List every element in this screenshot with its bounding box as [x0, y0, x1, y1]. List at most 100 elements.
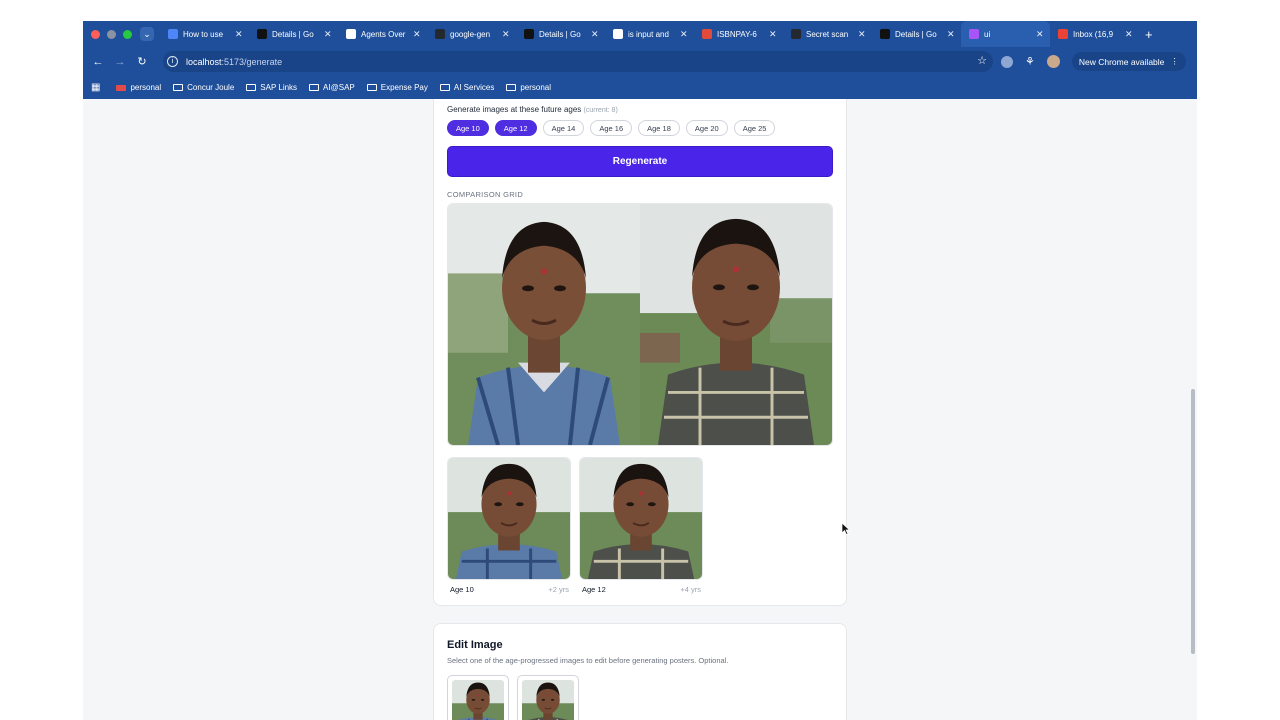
- tab-title: Inbox (16,9: [1073, 29, 1114, 39]
- edit-image-options: [447, 675, 579, 720]
- age-progressed-photo: [640, 204, 832, 445]
- bookmark-label: Concur Joule: [187, 83, 235, 92]
- result-card[interactable]: Age 12 +4 yrs: [579, 457, 703, 594]
- edit-image-option[interactable]: [517, 675, 579, 720]
- more-menu-icon[interactable]: ⋮: [1170, 56, 1179, 67]
- window-controls: [91, 29, 132, 39]
- result-card[interactable]: Age 10 +2 yrs: [447, 457, 571, 594]
- result-age-label: Age 12: [582, 585, 606, 594]
- tab-title: Secret scan: [806, 29, 849, 39]
- result-age-label: Age 10: [450, 585, 474, 594]
- zoom-window-button[interactable]: [123, 29, 132, 39]
- bookmark-label: Expense Pay: [380, 83, 428, 92]
- result-image[interactable]: [447, 457, 571, 580]
- age-chip[interactable]: Age 12: [494, 120, 537, 136]
- address-bar[interactable]: i localhost:5173/generate ☆: [163, 51, 993, 72]
- bookmark-item[interactable]: SAP Links: [246, 83, 297, 92]
- age-chip[interactable]: Age 18: [638, 120, 680, 136]
- tab-title: is input and: [628, 29, 669, 39]
- bookmark-star-icon[interactable]: ☆: [977, 54, 987, 67]
- age-chip[interactable]: Age 10: [447, 120, 489, 136]
- comparison-grid: [447, 203, 833, 446]
- browser-tab[interactable]: google-gen ✕: [427, 21, 516, 47]
- navigation-toolbar: ← → ↻ i localhost:5173/generate ☆ ⚘ New …: [83, 47, 1197, 76]
- bookmark-item[interactable]: personal: [116, 83, 161, 92]
- tab-title: How to use: [183, 29, 224, 39]
- close-window-button[interactable]: [91, 29, 100, 39]
- av-icon: [257, 29, 267, 39]
- tab-title: google-gen: [450, 29, 491, 39]
- close-tab-icon[interactable]: ✕: [858, 29, 866, 40]
- new-tab-button[interactable]: +: [1145, 27, 1153, 42]
- close-tab-icon[interactable]: ✕: [413, 29, 421, 40]
- age-chip[interactable]: Age 20: [685, 120, 728, 136]
- bookmark-item[interactable]: Expense Pay: [366, 83, 428, 92]
- browser-tab[interactable]: Secret scan ✕: [783, 21, 872, 47]
- browser-tab[interactable]: ui ✕: [961, 21, 1050, 47]
- edit-image-title: Edit Image: [447, 639, 503, 651]
- bookmark-item[interactable]: personal: [506, 83, 551, 92]
- edit-image-option[interactable]: [447, 675, 509, 720]
- bookmark-label: personal: [130, 83, 162, 92]
- age-chip[interactable]: Age 25: [733, 120, 776, 136]
- reload-icon[interactable]: ↻: [131, 55, 153, 68]
- browser-tab[interactable]: Details | Go ✕: [249, 21, 338, 47]
- bookmarks-bar: ▦ personal Concur Joule SAP Links AI@SAP Exp…: [83, 76, 1197, 99]
- new-chrome-available-button[interactable]: New Chrome available ⋮: [1071, 52, 1186, 71]
- site-info-icon[interactable]: i: [167, 56, 178, 67]
- bookmark-item[interactable]: AI@SAP: [309, 83, 355, 92]
- av-icon: [524, 29, 534, 39]
- close-tab-icon[interactable]: ✕: [502, 29, 510, 40]
- browser-window: ⌄ How to use ✕ Details | Go ✕ Agents Over ✕ go…: [83, 21, 1197, 720]
- edit-image-card: Edit Image Select one of the age-progres…: [433, 623, 847, 720]
- close-tab-icon[interactable]: ✕: [680, 29, 688, 40]
- folder-icon: [439, 84, 450, 91]
- sap-icon: [116, 84, 127, 91]
- tab-search-icon[interactable]: ⌄: [140, 27, 154, 41]
- minimize-window-button[interactable]: [107, 29, 116, 39]
- bookmark-label: AI Services: [453, 83, 495, 92]
- bookmark-item[interactable]: Concur Joule: [173, 83, 234, 92]
- vite-icon: [969, 29, 979, 39]
- tab-title: ISBNPAY-6: [717, 29, 757, 39]
- close-tab-icon[interactable]: ✕: [324, 29, 332, 40]
- extensions-puzzle-icon[interactable]: ⚘: [1025, 55, 1035, 68]
- browser-tab[interactable]: Details | Go ✕: [516, 21, 605, 47]
- tab-title: Details | Go: [895, 29, 937, 39]
- close-tab-icon[interactable]: ✕: [947, 29, 955, 40]
- gmail-icon: [1058, 29, 1068, 39]
- apps-grid-icon[interactable]: ▦: [91, 82, 100, 93]
- close-tab-icon[interactable]: ✕: [1036, 29, 1044, 40]
- google-icon: [346, 29, 356, 39]
- profile-avatar[interactable]: [1046, 55, 1060, 68]
- browser-tab[interactable]: How to use ✕: [160, 21, 249, 47]
- browser-tab[interactable]: Details | Go ✕: [872, 21, 961, 47]
- browser-tab[interactable]: ISBNPAY-6 ✕: [694, 21, 783, 47]
- url-host: localhost: [186, 56, 222, 67]
- bookmark-label: AI@SAP: [323, 83, 355, 92]
- close-tab-icon[interactable]: ✕: [1125, 29, 1133, 40]
- current-age-note: (current: 8): [583, 107, 618, 114]
- close-tab-icon[interactable]: ✕: [591, 29, 599, 40]
- browser-tab[interactable]: is input and ✕: [605, 21, 694, 47]
- result-thumbnails: Age 10 +2 yrs Age 12 +4 yrs: [447, 457, 703, 594]
- regenerate-button[interactable]: Regenerate: [447, 146, 833, 177]
- close-tab-icon[interactable]: ✕: [235, 29, 243, 40]
- page-scrollbar[interactable]: [1191, 389, 1195, 654]
- back-arrow-icon[interactable]: ←: [87, 56, 109, 68]
- forward-arrow-icon[interactable]: →: [109, 56, 131, 68]
- tab-title: Details | Go: [272, 29, 314, 39]
- browser-tab[interactable]: Inbox (16,9 ✕: [1050, 21, 1139, 47]
- extension-icon[interactable]: [1001, 55, 1013, 68]
- browser-tab[interactable]: Agents Over ✕: [338, 21, 427, 47]
- result-image[interactable]: [579, 457, 703, 580]
- close-tab-icon[interactable]: ✕: [769, 29, 777, 40]
- bookmark-item[interactable]: AI Services: [439, 83, 495, 92]
- folder-icon: [173, 84, 184, 91]
- folder-icon: [246, 84, 257, 91]
- age-progression-card: Generate images at these future ages (cu…: [433, 99, 847, 606]
- github-icon: [435, 29, 445, 39]
- age-chip[interactable]: Age 16: [590, 120, 633, 136]
- tab-title: Agents Over: [361, 29, 406, 39]
- age-chip[interactable]: Age 14: [542, 120, 585, 136]
